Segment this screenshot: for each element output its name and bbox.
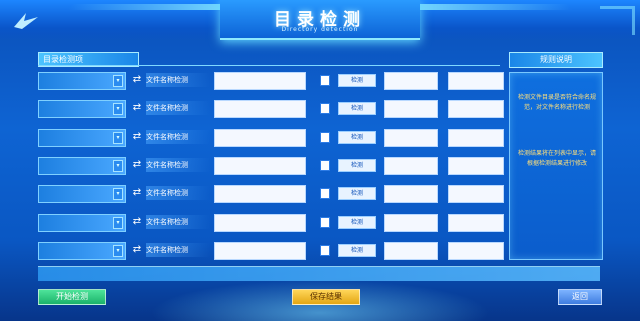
bird-logo-icon <box>14 13 38 29</box>
status-field[interactable] <box>448 72 504 90</box>
chevron-down-icon[interactable]: ▾ <box>113 245 123 257</box>
detect-row: ▾ ⇄ 文件名称检测 检测 <box>38 157 504 175</box>
start-detect-button[interactable]: 开始检测 <box>38 289 106 305</box>
section-divider <box>38 65 500 66</box>
side-panel-title: 规则说明 <box>509 52 603 68</box>
status-field[interactable] <box>448 129 504 147</box>
path-input[interactable] <box>214 100 306 118</box>
chevron-down-icon[interactable]: ▾ <box>113 188 123 200</box>
corner-decoration <box>600 6 635 35</box>
result-field[interactable] <box>384 185 438 203</box>
detect-button[interactable]: 检测 <box>338 187 376 200</box>
row-select[interactable]: ▾ <box>38 129 126 147</box>
result-field[interactable] <box>384 100 438 118</box>
status-field[interactable] <box>448 214 504 232</box>
row-checkbox[interactable] <box>320 188 330 199</box>
arrow-swap-icon: ⇄ <box>132 102 142 113</box>
result-field[interactable] <box>384 72 438 90</box>
row-label: 文件名称检测 <box>146 101 210 115</box>
save-result-button[interactable]: 保存结果 <box>292 289 360 305</box>
row-select[interactable]: ▾ <box>38 100 126 118</box>
page-subtitle: Directory detection <box>281 26 359 33</box>
detect-row: ▾ ⇄ 文件名称检测 检测 <box>38 214 504 232</box>
status-field[interactable] <box>448 242 504 260</box>
header-wing-right <box>397 4 573 10</box>
row-checkbox[interactable] <box>320 160 330 171</box>
row-checkbox[interactable] <box>320 217 330 228</box>
status-field[interactable] <box>448 100 504 118</box>
detect-row: ▾ ⇄ 文件名称检测 检测 <box>38 185 504 203</box>
row-select[interactable]: ▾ <box>38 214 126 232</box>
detect-button[interactable]: 检测 <box>338 74 376 87</box>
path-input[interactable] <box>214 185 306 203</box>
chevron-down-icon[interactable]: ▾ <box>113 75 123 87</box>
result-field[interactable] <box>384 129 438 147</box>
result-field[interactable] <box>384 242 438 260</box>
side-panel: 检测文件目录是否符合命名规范，对文件名称进行检测 检测结果将在列表中显示，请根据… <box>509 72 603 260</box>
row-select[interactable]: ▾ <box>38 242 126 260</box>
back-button[interactable]: 返回 <box>558 289 602 305</box>
row-checkbox[interactable] <box>320 132 330 143</box>
side-panel-text-2: 检测结果将在列表中显示，请根据检测结果进行修改 <box>518 150 597 167</box>
path-input[interactable] <box>214 72 306 90</box>
arrow-swap-icon: ⇄ <box>132 159 142 170</box>
chevron-down-icon[interactable]: ▾ <box>113 160 123 172</box>
row-checkbox[interactable] <box>320 75 330 86</box>
result-field[interactable] <box>384 157 438 175</box>
status-field[interactable] <box>448 157 504 175</box>
row-label: 文件名称检测 <box>146 186 210 200</box>
detect-row: ▾ ⇄ 文件名称检测 检测 <box>38 242 504 260</box>
detect-row: ▾ ⇄ 文件名称检测 检测 <box>38 129 504 147</box>
chevron-down-icon[interactable]: ▾ <box>113 132 123 144</box>
row-select[interactable]: ▾ <box>38 72 126 90</box>
row-checkbox[interactable] <box>320 245 330 256</box>
path-input[interactable] <box>214 242 306 260</box>
row-label: 文件名称检测 <box>146 243 210 257</box>
arrow-swap-icon: ⇄ <box>132 187 142 198</box>
chevron-down-icon[interactable]: ▾ <box>113 217 123 229</box>
row-label: 文件名称检测 <box>146 130 210 144</box>
row-checkbox[interactable] <box>320 103 330 114</box>
arrow-swap-icon: ⇄ <box>132 131 142 142</box>
side-panel-text-1: 检测文件目录是否符合命名规范，对文件名称进行检测 <box>518 94 597 111</box>
detect-button[interactable]: 检测 <box>338 216 376 229</box>
status-strip <box>38 266 600 281</box>
status-field[interactable] <box>448 185 504 203</box>
arrow-swap-icon: ⇄ <box>132 244 142 255</box>
header-wing-left <box>67 4 243 10</box>
row-label: 文件名称检测 <box>146 73 210 87</box>
path-input[interactable] <box>214 157 306 175</box>
detect-button[interactable]: 检测 <box>338 131 376 144</box>
detect-button[interactable]: 检测 <box>338 244 376 257</box>
path-input[interactable] <box>214 214 306 232</box>
arrow-swap-icon: ⇄ <box>132 216 142 227</box>
detect-button[interactable]: 检测 <box>338 102 376 115</box>
row-label: 文件名称检测 <box>146 215 210 229</box>
arrow-swap-icon: ⇄ <box>132 74 142 85</box>
row-select[interactable]: ▾ <box>38 185 126 203</box>
row-select[interactable]: ▾ <box>38 157 126 175</box>
chevron-down-icon[interactable]: ▾ <box>113 103 123 115</box>
row-label: 文件名称检测 <box>146 158 210 172</box>
result-field[interactable] <box>384 214 438 232</box>
detect-button[interactable]: 检测 <box>338 159 376 172</box>
detect-row: ▾ ⇄ 文件名称检测 检测 <box>38 72 504 90</box>
detect-row: ▾ ⇄ 文件名称检测 检测 <box>38 100 504 118</box>
path-input[interactable] <box>214 129 306 147</box>
